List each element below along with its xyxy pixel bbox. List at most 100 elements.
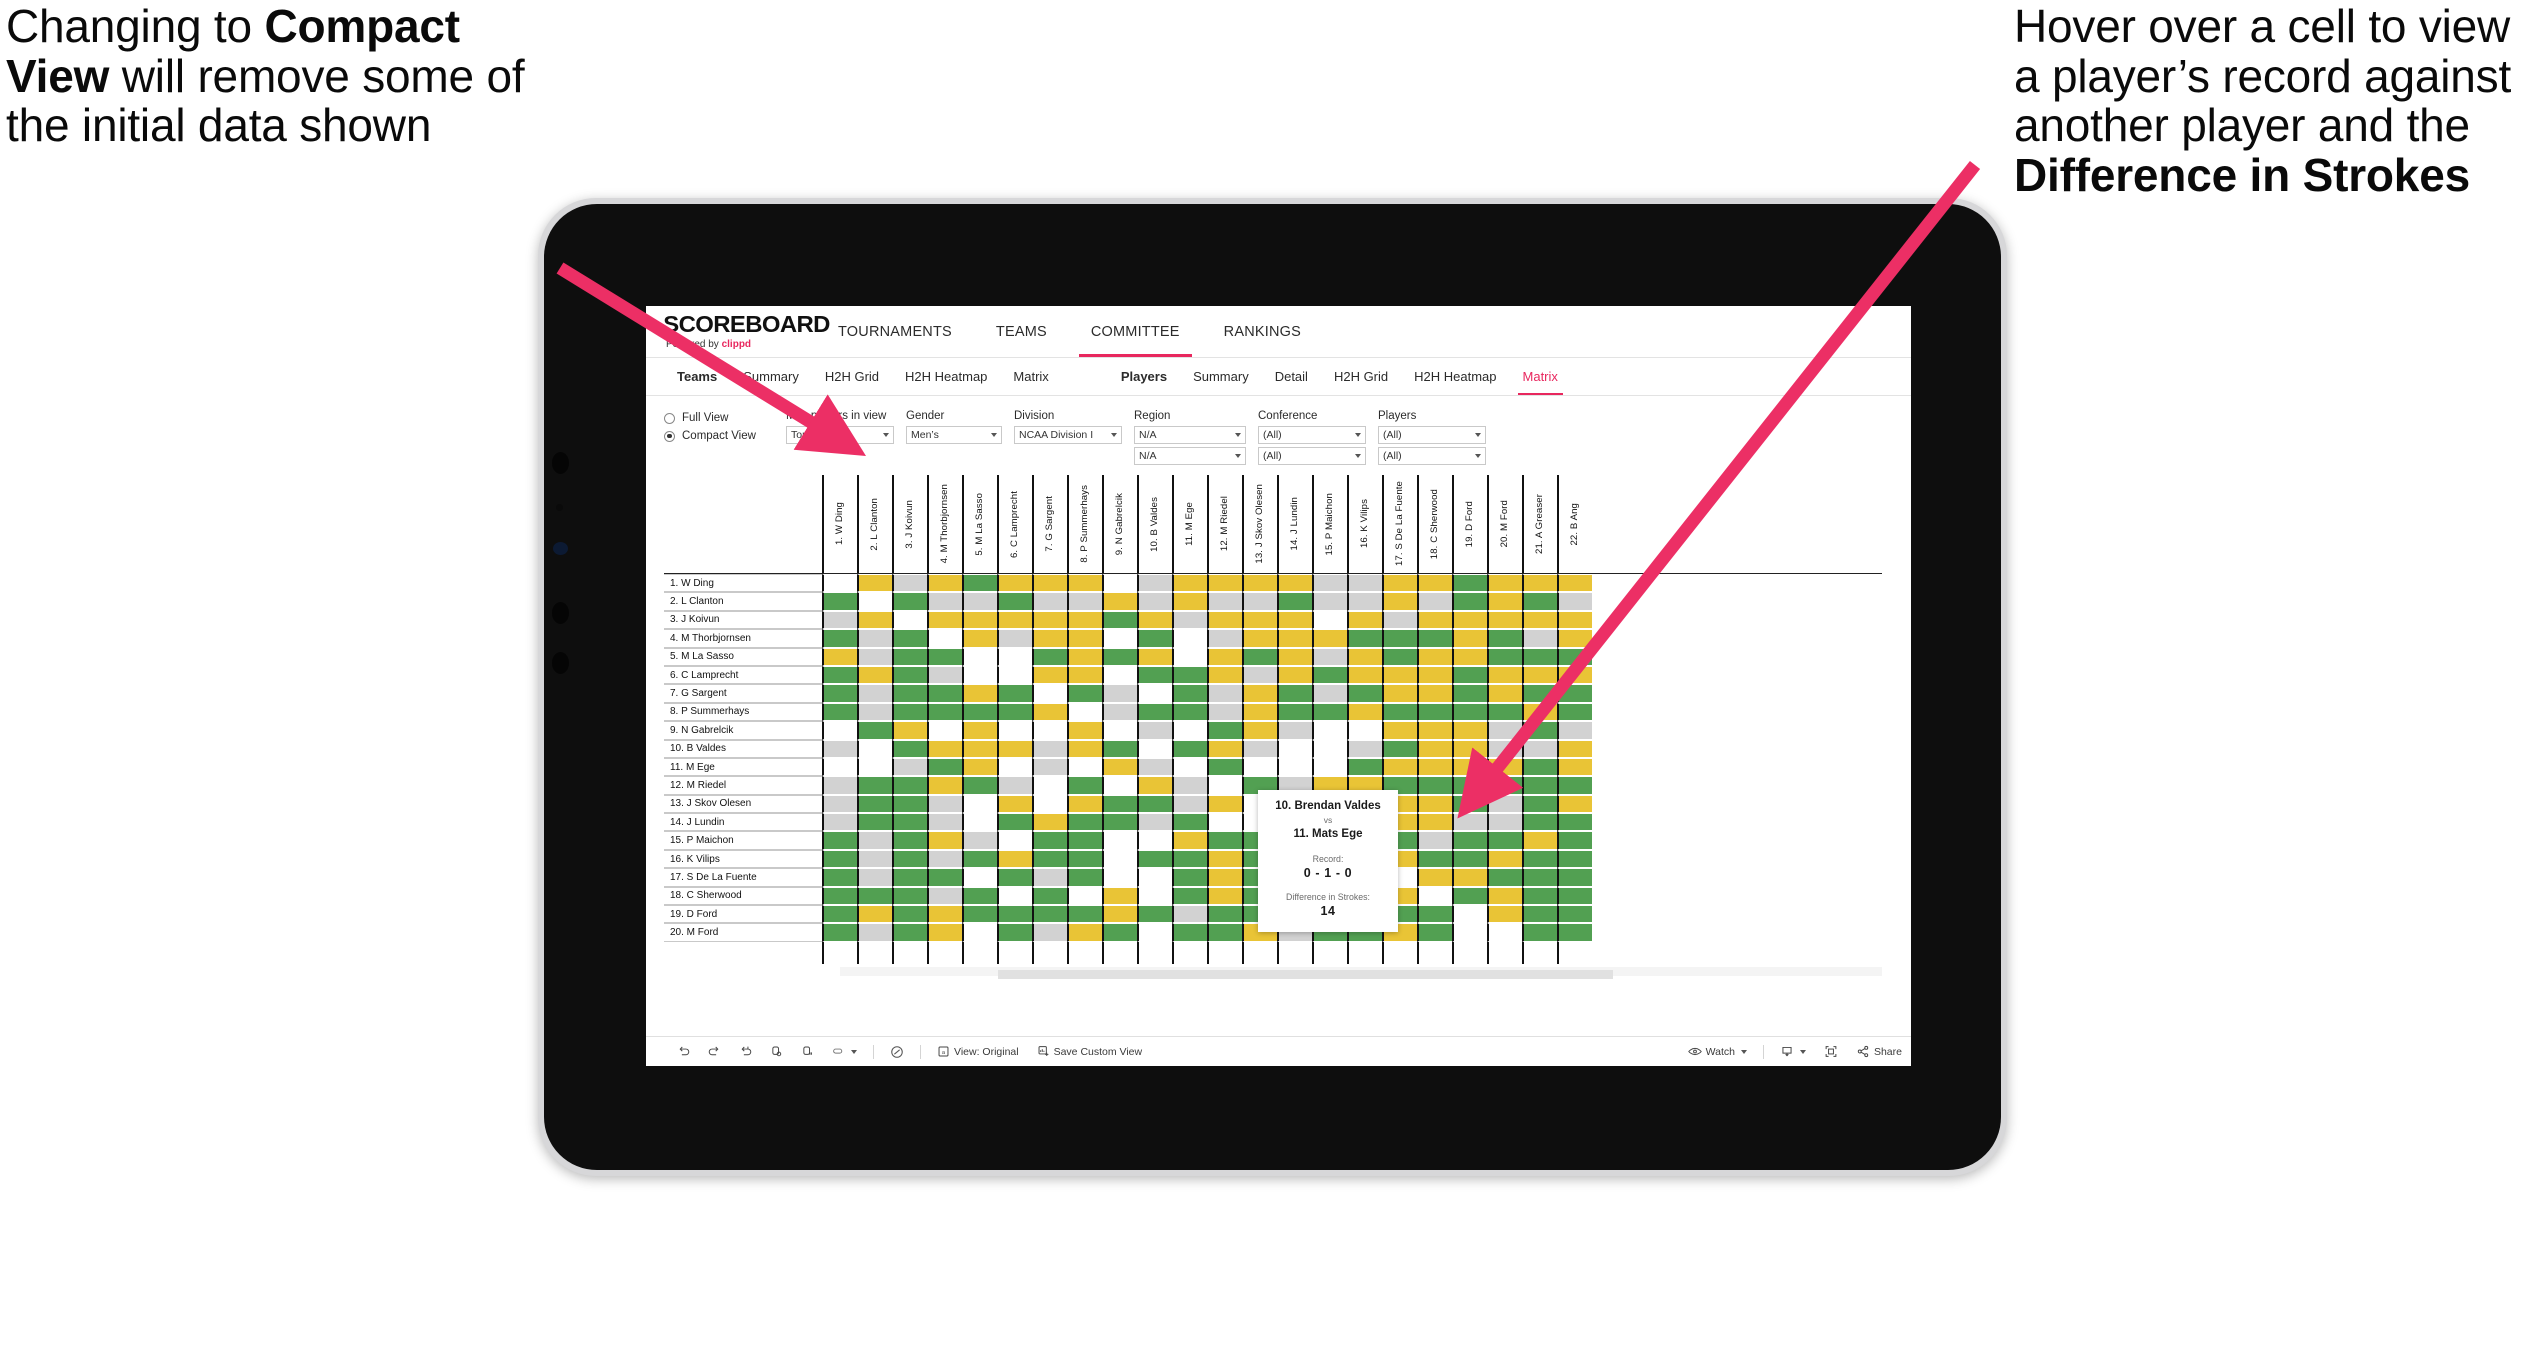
matrix-cell[interactable]	[1277, 757, 1312, 777]
matrix-cell[interactable]	[1207, 886, 1242, 906]
matrix-cell[interactable]	[1487, 776, 1522, 795]
matrix-cell[interactable]	[1137, 831, 1172, 850]
matrix-cell[interactable]	[1067, 794, 1102, 814]
matrix-cell[interactable]	[1487, 739, 1522, 758]
matrix-cell[interactable]	[1487, 849, 1522, 869]
matrix-cell[interactable]	[1032, 776, 1067, 795]
matrix-cell[interactable]	[1487, 610, 1522, 630]
view-original-button[interactable]: a View: Original	[928, 1045, 1028, 1058]
matrix-cell[interactable]	[1487, 629, 1522, 648]
topnav-item-teams[interactable]: TEAMS	[974, 306, 1069, 357]
matrix-cell[interactable]	[1102, 757, 1137, 777]
matrix-cell[interactable]	[1522, 610, 1557, 630]
radio-full-view[interactable]: Full View	[664, 412, 786, 424]
matrix-cell[interactable]	[1242, 757, 1277, 777]
matrix-cell[interactable]	[822, 684, 857, 703]
matrix-cell[interactable]	[997, 905, 1032, 924]
matrix-cell[interactable]	[1067, 923, 1102, 942]
matrix-cell[interactable]	[1522, 794, 1557, 814]
matrix-cell[interactable]	[927, 868, 962, 887]
matrix-cell[interactable]	[1172, 665, 1207, 685]
matrix-cell[interactable]	[1242, 574, 1277, 593]
matrix-cell[interactable]	[997, 702, 1032, 722]
matrix-cell[interactable]	[1067, 610, 1102, 630]
matrix-cell[interactable]	[1522, 647, 1557, 666]
matrix-cell[interactable]	[1382, 665, 1417, 685]
matrix-cell[interactable]	[1417, 905, 1452, 924]
matrix-cell[interactable]	[1452, 757, 1487, 777]
matrix-cell[interactable]	[822, 739, 857, 758]
matrix-cell[interactable]	[1242, 647, 1277, 666]
matrix-cell[interactable]	[1557, 886, 1592, 906]
matrix-cell[interactable]	[1347, 665, 1382, 685]
matrix-cell[interactable]	[892, 629, 927, 648]
matrix-cell[interactable]	[1137, 794, 1172, 814]
matrix-cell[interactable]	[1207, 629, 1242, 648]
matrix-cell[interactable]	[857, 794, 892, 814]
matrix-cell[interactable]	[857, 721, 892, 740]
matrix-cell[interactable]	[1102, 684, 1137, 703]
matrix-cell[interactable]	[1137, 886, 1172, 906]
matrix-cell[interactable]	[1032, 849, 1067, 869]
matrix-cell[interactable]	[822, 665, 857, 685]
matrix-cell[interactable]	[822, 721, 857, 740]
matrix-cell[interactable]	[1557, 665, 1592, 685]
matrix-cell[interactable]	[1172, 592, 1207, 611]
matrix-cell[interactable]	[1137, 849, 1172, 869]
matrix-cell[interactable]	[857, 610, 892, 630]
matrix-cell[interactable]	[1487, 574, 1522, 593]
matrix-cell[interactable]	[892, 684, 927, 703]
matrix-cell[interactable]	[1417, 776, 1452, 795]
matrix-cell[interactable]	[927, 629, 962, 648]
matrix-cell[interactable]	[857, 629, 892, 648]
subnav-item-players-matrix[interactable]: Matrix	[1510, 358, 1571, 395]
matrix-cell[interactable]	[1172, 849, 1207, 869]
matrix-cell[interactable]	[997, 868, 1032, 887]
matrix-cell[interactable]	[1067, 849, 1102, 869]
matrix-cell[interactable]	[1417, 684, 1452, 703]
matrix-cell[interactable]	[997, 849, 1032, 869]
subnav-item-teams-h2h-heatmap[interactable]: H2H Heatmap	[892, 358, 1000, 395]
region-select-1[interactable]: N/A	[1134, 426, 1246, 444]
matrix-cell[interactable]	[822, 831, 857, 850]
matrix-cell[interactable]	[892, 757, 927, 777]
matrix-cell[interactable]	[1137, 923, 1172, 942]
matrix-cell[interactable]	[1172, 739, 1207, 758]
matrix-cell[interactable]	[1102, 647, 1137, 666]
matrix-cell[interactable]	[1522, 813, 1557, 832]
matrix-cell[interactable]	[1172, 702, 1207, 722]
matrix-cell[interactable]	[892, 739, 927, 758]
matrix-cell[interactable]	[857, 647, 892, 666]
matrix-cell[interactable]	[962, 702, 997, 722]
matrix-cell[interactable]	[1032, 813, 1067, 832]
matrix-cell[interactable]	[927, 665, 962, 685]
undo-button[interactable]	[668, 1045, 699, 1058]
matrix-cell[interactable]	[1487, 886, 1522, 906]
matrix-cell[interactable]	[1382, 629, 1417, 648]
matrix-cell[interactable]	[1452, 665, 1487, 685]
matrix-cell[interactable]	[892, 610, 927, 630]
matrix-cell[interactable]	[997, 776, 1032, 795]
matrix-cell[interactable]	[962, 610, 997, 630]
matrix-cell[interactable]	[1172, 905, 1207, 924]
matrix-cell[interactable]	[1417, 610, 1452, 630]
matrix-cell[interactable]	[962, 813, 997, 832]
matrix-cell[interactable]	[1522, 923, 1557, 942]
matrix-cell[interactable]	[1172, 813, 1207, 832]
matrix-cell[interactable]	[1207, 868, 1242, 887]
matrix-cell[interactable]	[1452, 684, 1487, 703]
matrix-cell[interactable]	[1487, 721, 1522, 740]
matrix-cell[interactable]	[1067, 702, 1102, 722]
conference-select-2[interactable]: (All)	[1258, 447, 1366, 465]
matrix-cell[interactable]	[1102, 574, 1137, 593]
matrix-cell[interactable]	[1277, 702, 1312, 722]
matrix-cell[interactable]	[1557, 721, 1592, 740]
matrix-cell[interactable]	[822, 647, 857, 666]
matrix-cell[interactable]	[1557, 757, 1592, 777]
matrix-cell[interactable]	[1032, 592, 1067, 611]
matrix-cell[interactable]	[1557, 592, 1592, 611]
matrix-cell[interactable]	[1417, 629, 1452, 648]
matrix-cell[interactable]	[1452, 739, 1487, 758]
matrix-cell[interactable]	[1452, 776, 1487, 795]
matrix-cell[interactable]	[1277, 721, 1312, 740]
